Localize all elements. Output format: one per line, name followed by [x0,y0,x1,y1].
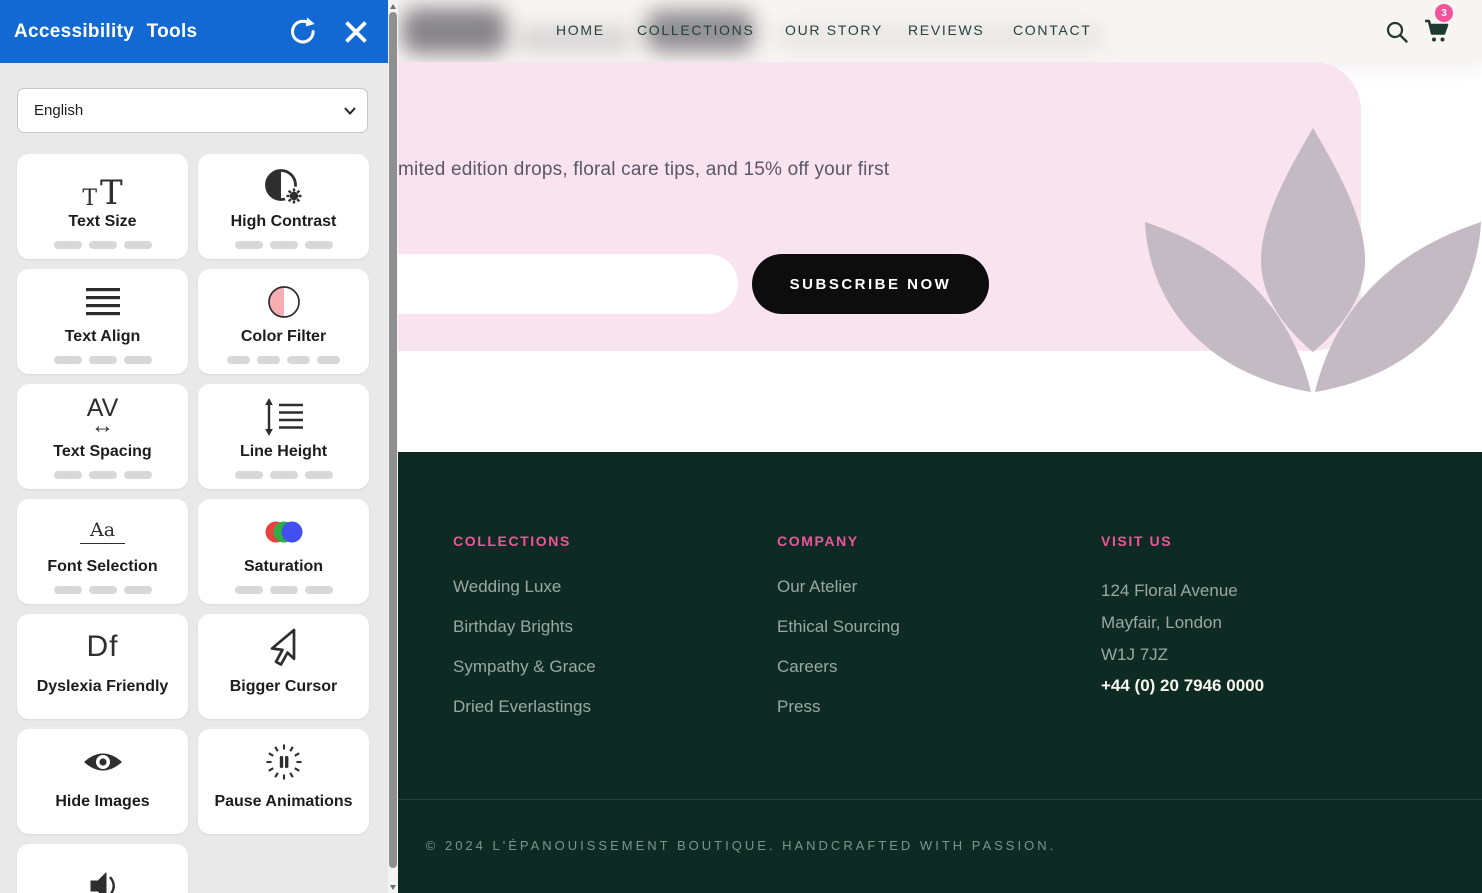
panel-title: Accessibility Tools [14,21,197,43]
level-indicator [198,586,369,594]
tool-card-volume[interactable] [17,844,188,893]
cart-icon[interactable] [1424,18,1450,44]
tool-label: Saturation [198,558,369,576]
nav-link-reviews[interactable]: REVIEWS [908,22,984,38]
tool-label: Bigger Cursor [198,678,369,696]
nav-link-home[interactable]: HOME [556,22,605,38]
cart-count-badge: 3 [1435,4,1453,22]
footer-link[interactable]: Press [777,697,820,717]
tool-label: Text Spacing [17,443,188,461]
subscribe-button[interactable]: SUBSCRIBE NOW [752,254,989,314]
tool-label: Text Size [17,213,188,231]
dyslexia-friendly-icon: Df [17,623,188,670]
language-select[interactable]: English [18,89,367,132]
accessibility-panel-header: Accessibility Tools [0,0,388,63]
nav-link-contact[interactable]: CONTACT [1013,22,1092,38]
tool-card-pause-animations[interactable]: Pause Animations [198,729,369,834]
blurred-hero-heading [402,8,506,54]
level-indicator [17,586,188,594]
footer-link[interactable]: Careers [777,657,837,677]
tool-card-font-selection[interactable]: Aa Font Selection [17,499,188,604]
refresh-icon[interactable] [287,16,319,48]
footer-link[interactable]: Ethical Sourcing [777,617,900,637]
tool-card-text-align[interactable]: Text Align [17,269,188,374]
nav-link-collections[interactable]: COLLECTIONS [637,22,755,38]
footer-link[interactable]: Birthday Brights [453,617,573,637]
footer-link[interactable]: Sympathy & Grace [453,657,596,677]
level-indicator [198,356,369,364]
tool-label: Text Align [17,328,188,346]
text-spacing-icon: AV↔ [17,393,188,440]
font-selection-icon: Aa [17,508,188,555]
phone-link[interactable]: +44 (0) 20 7946 0000 [1101,676,1264,696]
footer-link[interactable]: Dried Everlastings [453,697,591,717]
tool-label: Font Selection [17,558,188,576]
footer-link[interactable]: Wedding Luxe [453,577,561,597]
color-filter-icon [198,278,369,325]
tool-label: High Contrast [198,213,369,231]
tool-card-saturation[interactable]: Saturation [198,499,369,604]
tool-card-hide-images[interactable]: Hide Images [17,729,188,834]
level-indicator [198,471,369,479]
footer-heading: COLLECTIONS [453,533,571,549]
address-line: Mayfair, London [1101,613,1222,633]
panel-scrollbar [388,0,398,893]
tool-label: Hide Images [17,793,188,811]
accessibility-panel: Accessibility Tools English [0,0,388,893]
tool-label: Line Height [198,443,369,461]
app-viewport: HOME COLLECTIONS OUR STORY REVIEWS CONTA… [0,0,1482,893]
close-icon[interactable] [340,16,372,48]
level-indicator [17,241,188,249]
footer-heading: COMPANY [777,533,859,549]
high-contrast-icon [198,163,369,210]
search-icon[interactable] [1384,19,1410,45]
footer-heading: VISIT US [1101,533,1172,549]
bigger-cursor-icon [198,623,369,670]
tool-card-bigger-cursor[interactable]: Bigger Cursor [198,614,369,719]
scrollbar-down-arrow[interactable] [388,881,398,893]
tool-card-dyslexia-friendly[interactable]: Df Dyslexia Friendly [17,614,188,719]
language-select-wrap: English [17,88,368,133]
tool-label: Dyslexia Friendly [17,678,188,696]
newsletter-text: mited edition drops, floral care tips, a… [398,159,889,181]
tool-label: Color Filter [198,328,369,346]
text-align-icon [17,278,188,325]
hide-images-icon [17,738,188,785]
level-indicator [198,241,369,249]
tool-label: Pause Animations [198,793,369,811]
nav-link-our-story[interactable]: OUR STORY [785,22,883,38]
pause-animations-icon [198,738,369,785]
tool-card-line-height[interactable]: Line Height [198,384,369,489]
level-indicator [17,356,188,364]
volume-icon [17,862,188,893]
saturation-icon [198,508,369,555]
address-line: W1J 7JZ [1101,645,1168,665]
scrollbar-up-arrow[interactable] [388,0,398,12]
level-indicator [17,471,188,479]
address-line: 124 Floral Avenue [1101,581,1238,601]
tool-card-high-contrast[interactable]: High Contrast [198,154,369,259]
tool-card-color-filter[interactable]: Color Filter [198,269,369,374]
tool-card-text-size[interactable]: TT Text Size [17,154,188,259]
lotus-flower-graphic [1143,128,1482,399]
text-size-icon: TT [17,163,188,210]
footer-link[interactable]: Our Atelier [777,577,857,597]
tool-card-text-spacing[interactable]: AV↔ Text Spacing [17,384,188,489]
line-height-icon [198,393,369,440]
scrollbar-thumb[interactable] [389,12,397,868]
